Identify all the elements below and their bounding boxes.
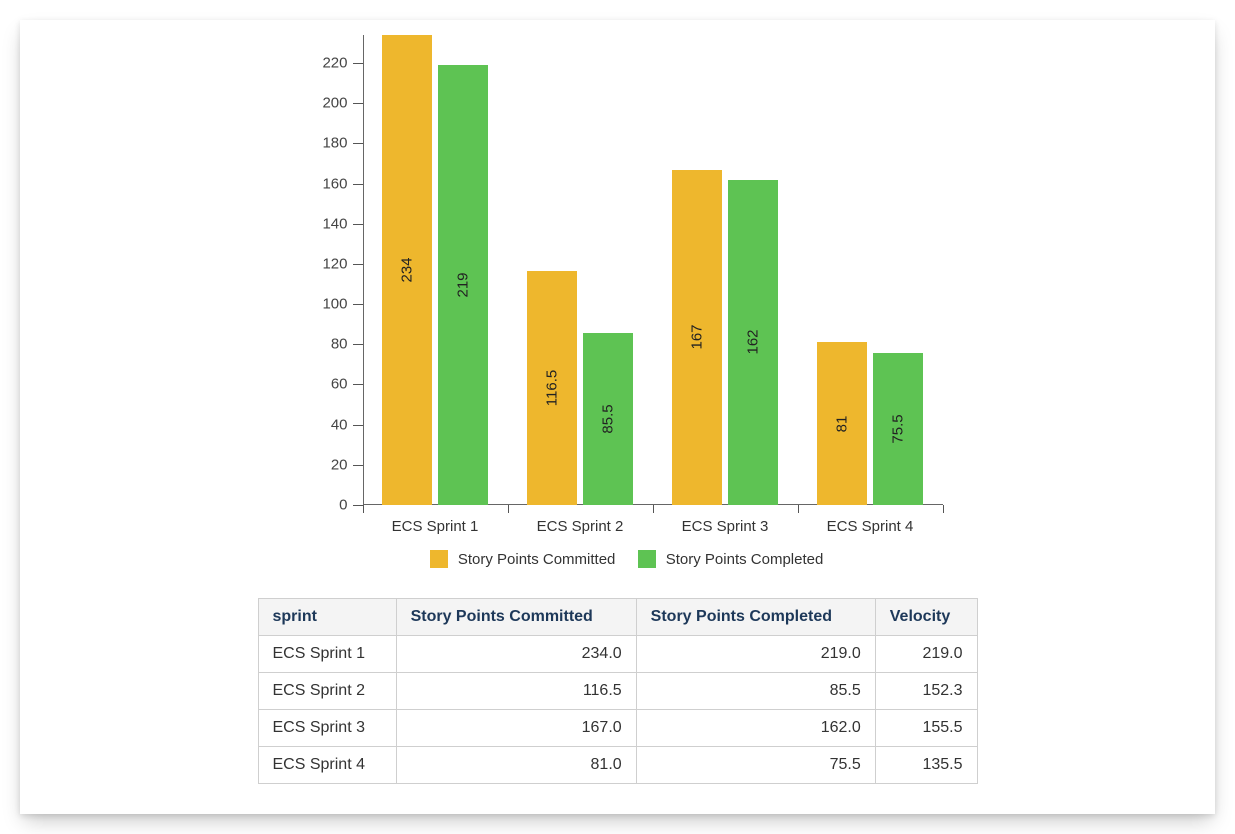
y-tick <box>353 304 363 305</box>
cell-completed: 85.5 <box>636 673 875 710</box>
x-tick <box>363 505 364 513</box>
chart-legend: Story Points Committed Story Points Comp… <box>293 550 943 568</box>
th-sprint: sprint <box>258 599 396 636</box>
table-header-row: sprint Story Points Committed Story Poin… <box>258 599 977 636</box>
bar-value-label: 162 <box>745 330 762 355</box>
legend-label-committed: Story Points Committed <box>458 551 616 568</box>
y-tick-label: 180 <box>308 135 348 152</box>
th-completed: Story Points Completed <box>636 599 875 636</box>
x-tick <box>798 505 799 513</box>
x-tick-label: ECS Sprint 2 <box>537 518 624 535</box>
cell-sprint: ECS Sprint 3 <box>258 710 396 747</box>
y-tick <box>353 465 363 466</box>
velocity-chart: 020406080100120140160180200220ECS Sprint… <box>293 35 943 505</box>
cell-completed: 162.0 <box>636 710 875 747</box>
bar-committed: 234 <box>382 35 432 505</box>
y-tick-label: 120 <box>308 255 348 272</box>
y-tick-label: 160 <box>308 175 348 192</box>
cell-committed: 167.0 <box>396 710 636 747</box>
x-tick-label: ECS Sprint 3 <box>682 518 769 535</box>
bar-committed: 167 <box>672 170 722 505</box>
bar-value-label: 75.5 <box>890 415 907 444</box>
chart-plot-area: 020406080100120140160180200220ECS Sprint… <box>363 35 943 505</box>
cell-sprint: ECS Sprint 4 <box>258 747 396 784</box>
table-row: ECS Sprint 3167.0162.0155.5 <box>258 710 977 747</box>
y-tick <box>353 264 363 265</box>
bar-completed: 219 <box>438 65 488 505</box>
x-tick <box>508 505 509 513</box>
x-tick <box>943 505 944 513</box>
velocity-table: sprint Story Points Committed Story Poin… <box>258 598 978 784</box>
y-tick <box>353 344 363 345</box>
y-tick <box>353 505 363 506</box>
report-card: 0 20 40 60 80 100 120 140 160 180 200 220 ECS Sprint… <box>20 20 1215 814</box>
th-committed: Story Points Committed <box>396 599 636 636</box>
legend-swatch-completed <box>638 550 656 568</box>
bar-completed: 75.5 <box>873 353 923 505</box>
cell-velocity: 152.3 <box>875 673 977 710</box>
bar-completed: 85.5 <box>583 333 633 505</box>
y-tick-label: 200 <box>308 95 348 112</box>
cell-committed: 234.0 <box>396 636 636 673</box>
y-tick-label: 0 <box>308 497 348 514</box>
y-tick <box>353 384 363 385</box>
table-row: ECS Sprint 1234.0219.0219.0 <box>258 636 977 673</box>
cell-completed: 219.0 <box>636 636 875 673</box>
y-tick-label: 100 <box>308 296 348 313</box>
y-tick-label: 80 <box>308 336 348 353</box>
y-tick <box>353 143 363 144</box>
y-tick <box>353 224 363 225</box>
y-tick-label: 220 <box>308 55 348 72</box>
bar-value-label: 219 <box>455 273 472 298</box>
cell-sprint: ECS Sprint 2 <box>258 673 396 710</box>
bar-committed: 81 <box>817 342 867 505</box>
y-tick-label: 60 <box>308 376 348 393</box>
y-tick <box>353 425 363 426</box>
cell-velocity: 135.5 <box>875 747 977 784</box>
table-row: ECS Sprint 481.075.5135.5 <box>258 747 977 784</box>
legend-swatch-committed <box>430 550 448 568</box>
y-tick <box>353 63 363 64</box>
x-tick-label: ECS Sprint 4 <box>827 518 914 535</box>
y-tick-label: 140 <box>308 215 348 232</box>
cell-committed: 81.0 <box>396 747 636 784</box>
bar-value-label: 234 <box>399 257 416 282</box>
table-row: ECS Sprint 2116.585.5152.3 <box>258 673 977 710</box>
bar-committed: 116.5 <box>527 271 577 505</box>
bar-value-label: 85.5 <box>600 405 617 434</box>
cell-sprint: ECS Sprint 1 <box>258 636 396 673</box>
legend-label-completed: Story Points Completed <box>666 551 824 568</box>
cell-committed: 116.5 <box>396 673 636 710</box>
y-tick <box>353 103 363 104</box>
y-tick <box>353 184 363 185</box>
x-tick <box>653 505 654 513</box>
bar-completed: 162 <box>728 180 778 505</box>
y-tick-label: 20 <box>308 456 348 473</box>
cell-velocity: 219.0 <box>875 636 977 673</box>
y-axis <box>363 35 364 505</box>
y-tick-label: 40 <box>308 416 348 433</box>
th-velocity: Velocity <box>875 599 977 636</box>
cell-completed: 75.5 <box>636 747 875 784</box>
bar-value-label: 81 <box>834 415 851 432</box>
x-tick-label: ECS Sprint 1 <box>392 518 479 535</box>
bar-value-label: 116.5 <box>544 370 561 406</box>
bar-value-label: 167 <box>689 325 706 350</box>
cell-velocity: 155.5 <box>875 710 977 747</box>
